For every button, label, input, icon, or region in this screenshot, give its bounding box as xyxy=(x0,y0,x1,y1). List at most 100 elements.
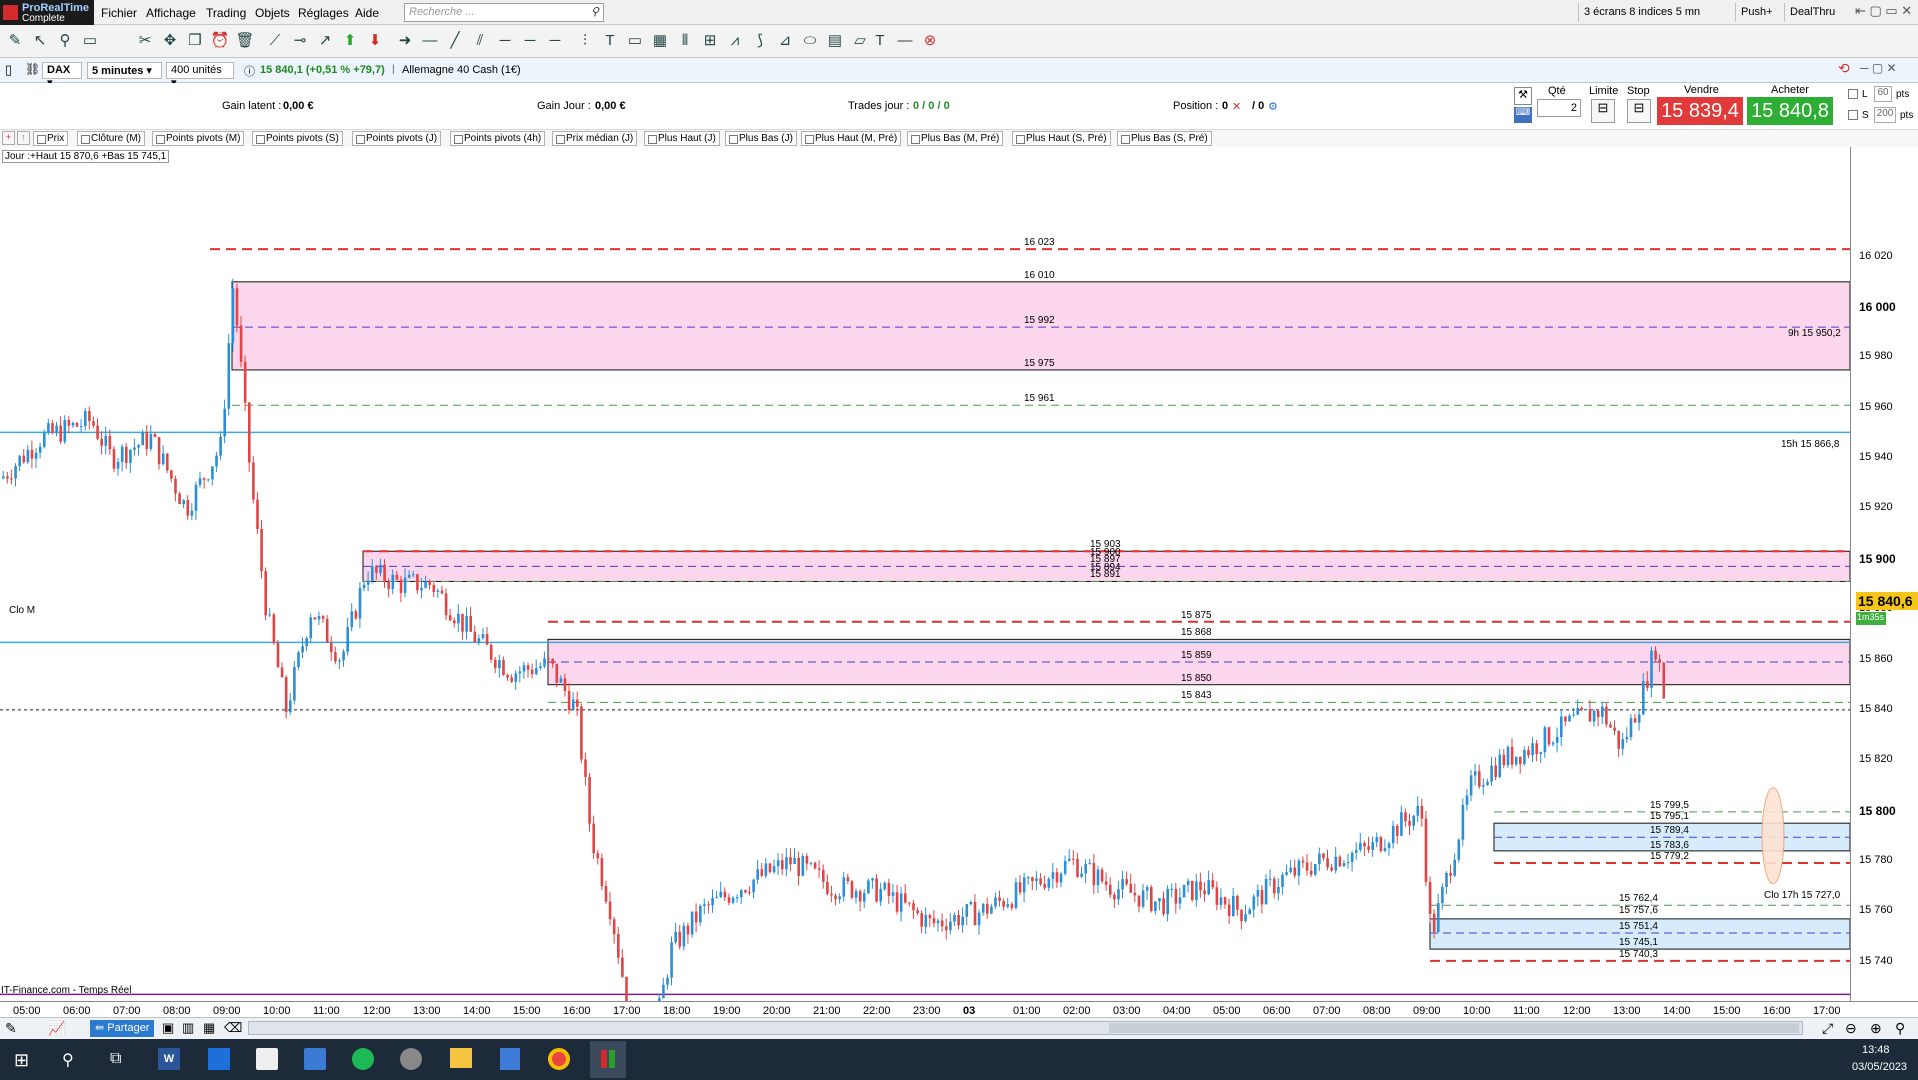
stop-button[interactable]: ⊟ xyxy=(1627,99,1651,123)
close-position-icon[interactable]: ✕ xyxy=(1232,100,1241,113)
app-blue-icon[interactable] xyxy=(208,1048,230,1070)
segment-icon[interactable]: ⊸ xyxy=(290,31,310,51)
short-checkbox[interactable] xyxy=(1848,110,1858,120)
prorealtime-task-icon[interactable] xyxy=(590,1041,626,1078)
search-zoom-icon[interactable]: ⚲ xyxy=(1895,1020,1905,1037)
menu-trading[interactable]: Trading xyxy=(206,6,246,20)
blue-line-icon[interactable]: ─ xyxy=(545,31,565,51)
fan-icon[interactable]: ⩘ xyxy=(725,31,745,51)
search-input[interactable]: Recherche ... ⚲ xyxy=(404,3,604,22)
purple-line-icon[interactable]: ─ xyxy=(520,31,540,51)
diagonal-line-icon[interactable]: ╱ xyxy=(445,31,465,51)
copy-icon[interactable]: ❐ xyxy=(185,31,205,51)
push-button[interactable]: Push+ xyxy=(1735,3,1778,22)
zoom-in-icon[interactable]: ⊕ xyxy=(1870,1020,1882,1037)
grid-icon[interactable]: ▦ xyxy=(650,31,670,51)
hline-icon[interactable]: ─ xyxy=(495,31,515,51)
indicator-plus-haut-m[interactable]: Plus Haut (M, Pré) xyxy=(801,131,902,146)
units-select[interactable]: 400 unités ▾ xyxy=(166,62,234,89)
keyboard-icon[interactable]: ⌨ xyxy=(1514,107,1532,123)
chrome-icon[interactable] xyxy=(548,1048,570,1070)
trash-icon[interactable]: 🗑 xyxy=(235,31,255,51)
cursor-icon[interactable]: ↖ xyxy=(30,31,50,51)
layout-button[interactable]: 3 écrans 8 indices 5 mn xyxy=(1578,3,1705,22)
menu-aide[interactable]: Aide xyxy=(355,6,379,20)
indicator-plus-bas-j[interactable]: Plus Bas (J) xyxy=(725,131,797,146)
pattern-icon[interactable]: ⫴ xyxy=(675,31,695,51)
ruler-icon[interactable]: ▭ xyxy=(80,31,100,51)
label-icon[interactable]: ▤ xyxy=(825,31,845,51)
menu-objets[interactable]: Objets xyxy=(255,6,290,20)
menu-affichage[interactable]: Affichage xyxy=(146,6,196,20)
info-icon[interactable]: ⓘ xyxy=(244,63,255,79)
zoom-fit-icon[interactable]: ⤢ xyxy=(1822,1020,1833,1037)
screenshot-icon[interactable]: ▦ xyxy=(203,1020,215,1036)
add-indicator-icon[interactable]: + xyxy=(2,131,15,145)
limit-button[interactable]: ⊟ xyxy=(1591,99,1615,123)
indicator-prix[interactable]: Prix xyxy=(33,131,69,146)
scrollbar-thumb[interactable] xyxy=(1109,1023,1799,1033)
panel-controls-icon[interactable]: ─ ▢ ✕ xyxy=(1860,61,1897,75)
horizontal-scrollbar[interactable] xyxy=(248,1021,1803,1035)
share-button[interactable]: ⇚ Partager xyxy=(90,1020,155,1037)
measure-icon[interactable]: ⊿ xyxy=(775,31,795,51)
chart-canvas[interactable] xyxy=(0,147,1851,1067)
pencil-icon[interactable]: ✎ xyxy=(5,31,25,51)
fibonacci-icon[interactable]: ⫶ xyxy=(575,31,595,51)
down-arrow-icon[interactable]: ⬇ xyxy=(365,31,385,51)
order-tool-icon[interactable]: ⚒ xyxy=(1514,87,1532,105)
ruler2-icon[interactable]: ▱ xyxy=(850,31,870,51)
windows-start-icon[interactable]: ⊞ xyxy=(14,1050,29,1071)
erase-all-icon[interactable]: ⊗ xyxy=(920,31,940,51)
link-icon[interactable]: ⛓ xyxy=(25,62,40,76)
sell-button[interactable]: 15 839,4 xyxy=(1657,97,1743,125)
symbol-select[interactable]: DAX ▾ xyxy=(42,62,82,89)
right-arrow-icon[interactable]: ➜ xyxy=(395,31,415,51)
move-indicator-icon[interactable]: ↑ xyxy=(17,131,30,145)
indicator-pivots-4h[interactable]: Points pivots (4h) xyxy=(450,131,546,146)
l-input[interactable]: 60 xyxy=(1874,86,1892,102)
chart-icon[interactable]: 📈 xyxy=(48,1020,65,1037)
price-axis[interactable]: 16 020 16 000 15 980 15 960 15 940 15 920 15 9… xyxy=(1850,147,1918,1017)
calculator-icon[interactable] xyxy=(500,1048,520,1070)
indicator-pivots-j[interactable]: Points pivots (J) xyxy=(352,131,442,146)
menu-fichier[interactable]: Fichier xyxy=(101,6,137,20)
zoom-out-icon[interactable]: ⊖ xyxy=(1845,1020,1857,1037)
compare-icon[interactable]: ▥ xyxy=(182,1020,194,1036)
indicator-plus-bas-m[interactable]: Plus Bas (M, Pré) xyxy=(907,131,1004,146)
line-icon[interactable]: ⟋ xyxy=(265,31,285,51)
draw-icon[interactable]: ✎ xyxy=(5,1020,17,1037)
settings-icon[interactable]: ⚙ xyxy=(1268,100,1278,113)
search-icon[interactable]: ⚲ xyxy=(591,5,599,18)
indicator-pivots-m[interactable]: Points pivots (M) xyxy=(152,131,245,146)
indicator-prix-median[interactable]: Prix médian (J) xyxy=(552,131,638,146)
word-app-icon[interactable]: W xyxy=(158,1048,180,1070)
app-grey-icon[interactable] xyxy=(400,1048,422,1070)
window-controls-icon[interactable]: ⇤ ▢ ▭ ✕ xyxy=(1855,3,1912,19)
buy-button[interactable]: 15 840,8 xyxy=(1747,97,1833,125)
rect-icon[interactable]: ▭ xyxy=(625,31,645,51)
spotify-icon[interactable] xyxy=(352,1048,374,1070)
refresh-icon[interactable]: ⟲ xyxy=(1838,60,1850,77)
zoom-icon[interactable]: ⚲ xyxy=(55,31,75,51)
text2-icon[interactable]: T xyxy=(870,31,890,51)
horizontal-line-icon[interactable]: ― xyxy=(420,31,440,51)
word-icon[interactable]: ▣ xyxy=(162,1020,174,1036)
long-checkbox[interactable] xyxy=(1848,89,1858,99)
ellipse-icon[interactable]: ⬭ xyxy=(800,31,820,51)
indicator-pivots-s[interactable]: Points pivots (S) xyxy=(252,131,343,146)
dash-icon[interactable]: — xyxy=(895,31,915,51)
time-axis[interactable]: 05:00 06:00 07:00 08:00 09:00 10:00 11:00 12:00… xyxy=(0,1001,1918,1017)
search-icon[interactable]: ⚲ xyxy=(62,1050,74,1070)
indicator-plus-bas-s[interactable]: Plus Bas (S, Pré) xyxy=(1117,131,1212,146)
eraser-icon[interactable]: ⌫ xyxy=(224,1020,242,1036)
menu-reglages[interactable]: Réglages xyxy=(298,6,349,20)
up-arrow-icon[interactable]: ⬆ xyxy=(340,31,360,51)
timeframe-select[interactable]: 5 minutes ▾ xyxy=(87,62,162,79)
s-input[interactable]: 200 xyxy=(1874,107,1896,123)
explorer-icon[interactable] xyxy=(256,1048,278,1070)
folder-icon[interactable] xyxy=(450,1048,472,1068)
tools-icon[interactable]: ✂ xyxy=(135,31,155,51)
dealthru-button[interactable]: DealThru xyxy=(1784,3,1840,22)
task-view-icon[interactable]: ⧉ xyxy=(110,1050,121,1068)
